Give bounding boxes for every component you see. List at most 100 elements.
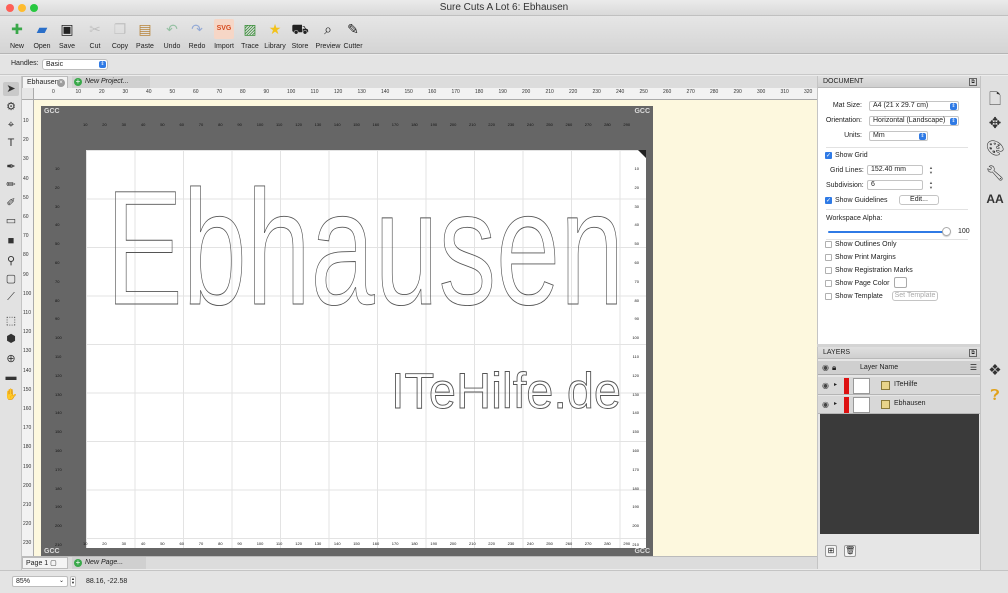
eyedropper-tool-icon[interactable]: ⚲ <box>3 254 19 268</box>
show-template-checkbox[interactable] <box>825 293 832 300</box>
node-edit-icon[interactable]: ⚙ <box>3 100 19 114</box>
layer-row-ebhausen[interactable]: ◉ ▸ Ebhausen <box>818 396 981 414</box>
page-tab-1[interactable]: Page 1 ▢ <box>22 557 68 569</box>
copy-button[interactable]: ❐ Copy <box>107 19 133 50</box>
wrench-icon[interactable]: 🔧︎ <box>985 164 1005 184</box>
tab-ebhausen[interactable]: Ebhausen × <box>22 76 68 88</box>
cutter-button[interactable]: ✎ Cutter <box>340 19 366 50</box>
select-arrow-icon[interactable]: ➤ <box>3 82 19 96</box>
zoom-stepper[interactable]: ▲ ▼ <box>70 576 76 587</box>
close-tab-icon[interactable]: × <box>57 79 65 87</box>
tab-new-project[interactable]: + New Project... <box>72 76 150 88</box>
crop-select-icon[interactable]: ⌖ <box>3 118 19 132</box>
layer-menu-icon[interactable]: ☰ <box>970 361 977 375</box>
font-size-icon[interactable]: AA <box>985 189 1005 209</box>
mat-scale-label: 150 <box>353 541 360 546</box>
chevron-right-icon[interactable]: ▸ <box>834 381 837 388</box>
zoom-select[interactable]: 85% ⌄ <box>12 576 68 587</box>
panel-detach-icon[interactable]: ⧉ <box>969 349 977 357</box>
panel-detach-icon[interactable]: ⧉ <box>969 78 977 86</box>
page-color-swatch[interactable] <box>894 277 907 288</box>
mat-scale-label: 70 <box>198 541 204 546</box>
save-button[interactable]: ▣ Save <box>54 19 80 50</box>
mat-scale-label: 150 <box>632 429 639 435</box>
new-button[interactable]: ✚ New <box>4 19 30 50</box>
grid-lines-stepper[interactable]: ▲ ▼ <box>928 165 934 175</box>
show-page-color-checkbox[interactable] <box>825 280 832 287</box>
edit-guidelines-button[interactable]: Edit... <box>899 195 939 205</box>
layer-color-marker[interactable] <box>844 397 849 413</box>
workspace-alpha-slider-knob[interactable] <box>942 227 951 236</box>
layer-color-marker[interactable] <box>844 378 849 394</box>
mat-size-select[interactable]: A4 (21 x 29.7 cm) ⇕ <box>869 101 959 111</box>
design-text-itehilfe[interactable]: ITeHilfe.de <box>391 363 622 420</box>
show-guidelines-checkbox[interactable]: ✓ <box>825 197 832 204</box>
transform-tool-icon[interactable]: ⬚ <box>3 314 19 328</box>
help-icon[interactable]: ❓︎ <box>985 386 1005 406</box>
grid-lines-value: 152.40 mm <box>871 166 907 173</box>
units-select[interactable]: Mm ⇕ <box>869 131 928 141</box>
canvas-workspace[interactable]: 0 10 20 30 40 50 60 70 80 90 100 110 120 130 140 150 160… <box>22 88 817 556</box>
ruler-tick-label: 190 <box>498 89 507 95</box>
handles-select[interactable]: Basic ⇕ <box>42 59 108 70</box>
mat-scale-label: 160 <box>55 448 62 453</box>
rectangle-tool-icon[interactable]: ■ <box>3 234 19 248</box>
show-registration-marks-checkbox[interactable] <box>825 267 832 274</box>
design-text-ebhausen[interactable]: Ebhausen <box>106 156 625 340</box>
eye-icon[interactable]: ◉ <box>822 364 829 372</box>
document-panel-icon[interactable]: 🗋︎ <box>985 90 1005 110</box>
eraser-tool-icon[interactable]: ▭ <box>3 214 19 228</box>
show-outlines-only-checkbox[interactable] <box>825 241 832 248</box>
design-page[interactable]: Ebhausen ITeHilfe.de <box>86 150 646 548</box>
import-button[interactable]: SVG Import <box>211 19 237 50</box>
brush-tool-icon[interactable]: ✐ <box>3 196 19 210</box>
ruler-corner <box>22 88 34 100</box>
new-page-tab[interactable]: + New Page... <box>72 557 146 569</box>
orientation-select[interactable]: Horizontal (Landscape) ⇕ <box>869 116 959 126</box>
ruler-tick-label: 50 <box>169 89 176 95</box>
grid-lines-input[interactable]: 152.40 mm <box>867 165 923 175</box>
pen-tool-icon[interactable]: ✒ <box>3 160 19 174</box>
text-tool-icon[interactable]: T <box>3 136 19 150</box>
library-button[interactable]: ★ Library <box>262 19 288 50</box>
measure-tool-icon[interactable]: ▬ <box>3 370 19 384</box>
delete-layer-button[interactable]: 🗑︎ <box>844 545 856 557</box>
layer-row-itehilfe[interactable]: ◉ ▸ ITeHilfe <box>818 377 981 395</box>
cut-button[interactable]: ✂ Cut <box>82 19 108 50</box>
mat-scale-label: 170 <box>632 466 639 472</box>
ruler-tick-label: 160 <box>428 89 437 95</box>
move-arrows-icon[interactable]: ✥ <box>985 114 1005 134</box>
workspace-alpha-slider[interactable] <box>828 231 946 233</box>
mat-scale-label: 50 <box>160 541 165 546</box>
page-tab-bar: Page 1 ▢ + New Page... <box>22 556 817 569</box>
zoom-tool-icon[interactable]: ⊕ <box>3 352 19 366</box>
preview-button[interactable]: ⌕ Preview <box>315 19 341 50</box>
shape-fill-icon[interactable]: ▢ <box>3 272 19 286</box>
mat-scale-label: 200 <box>55 523 62 529</box>
redo-button[interactable]: ↷ Redo <box>184 19 210 50</box>
show-print-margins-checkbox[interactable] <box>825 254 832 261</box>
color-palette-icon[interactable]: 🎨︎ <box>985 139 1005 159</box>
paste-button[interactable]: ▤ Paste <box>132 19 158 50</box>
open-button[interactable]: ▰ Open <box>29 19 55 50</box>
ruler-tick-label: 70 <box>216 89 223 95</box>
pencil-tool-icon[interactable]: ✏ <box>3 178 19 192</box>
layers-stack-icon[interactable]: ❖ <box>985 361 1005 381</box>
set-template-button[interactable]: Set Template <box>892 291 938 301</box>
eye-icon[interactable]: ◉ <box>822 382 829 390</box>
add-layer-button[interactable]: ⊞ <box>825 545 837 557</box>
weld-tool-icon[interactable]: ⬢ <box>3 332 19 346</box>
chevron-right-icon[interactable]: ▸ <box>834 400 837 407</box>
trace-button[interactable]: ▨ Trace <box>237 19 263 50</box>
subdivision-stepper[interactable]: ▲ ▼ <box>928 180 934 190</box>
store-button[interactable]: ⛟ Store <box>287 19 313 50</box>
subdivision-input[interactable]: 6 <box>867 180 923 190</box>
hand-tool-icon[interactable]: ✋ <box>3 388 19 402</box>
show-grid-checkbox[interactable]: ✓ <box>825 152 832 159</box>
lock-icon[interactable]: 🔒︎ <box>832 361 836 375</box>
mat-brand-top-left: GCC <box>44 108 60 115</box>
mat-scale-label: 40 <box>55 222 60 228</box>
undo-button[interactable]: ↶ Undo <box>159 19 185 50</box>
knife-tool-icon[interactable]: ⟋ <box>3 290 19 304</box>
eye-icon[interactable]: ◉ <box>822 401 829 409</box>
